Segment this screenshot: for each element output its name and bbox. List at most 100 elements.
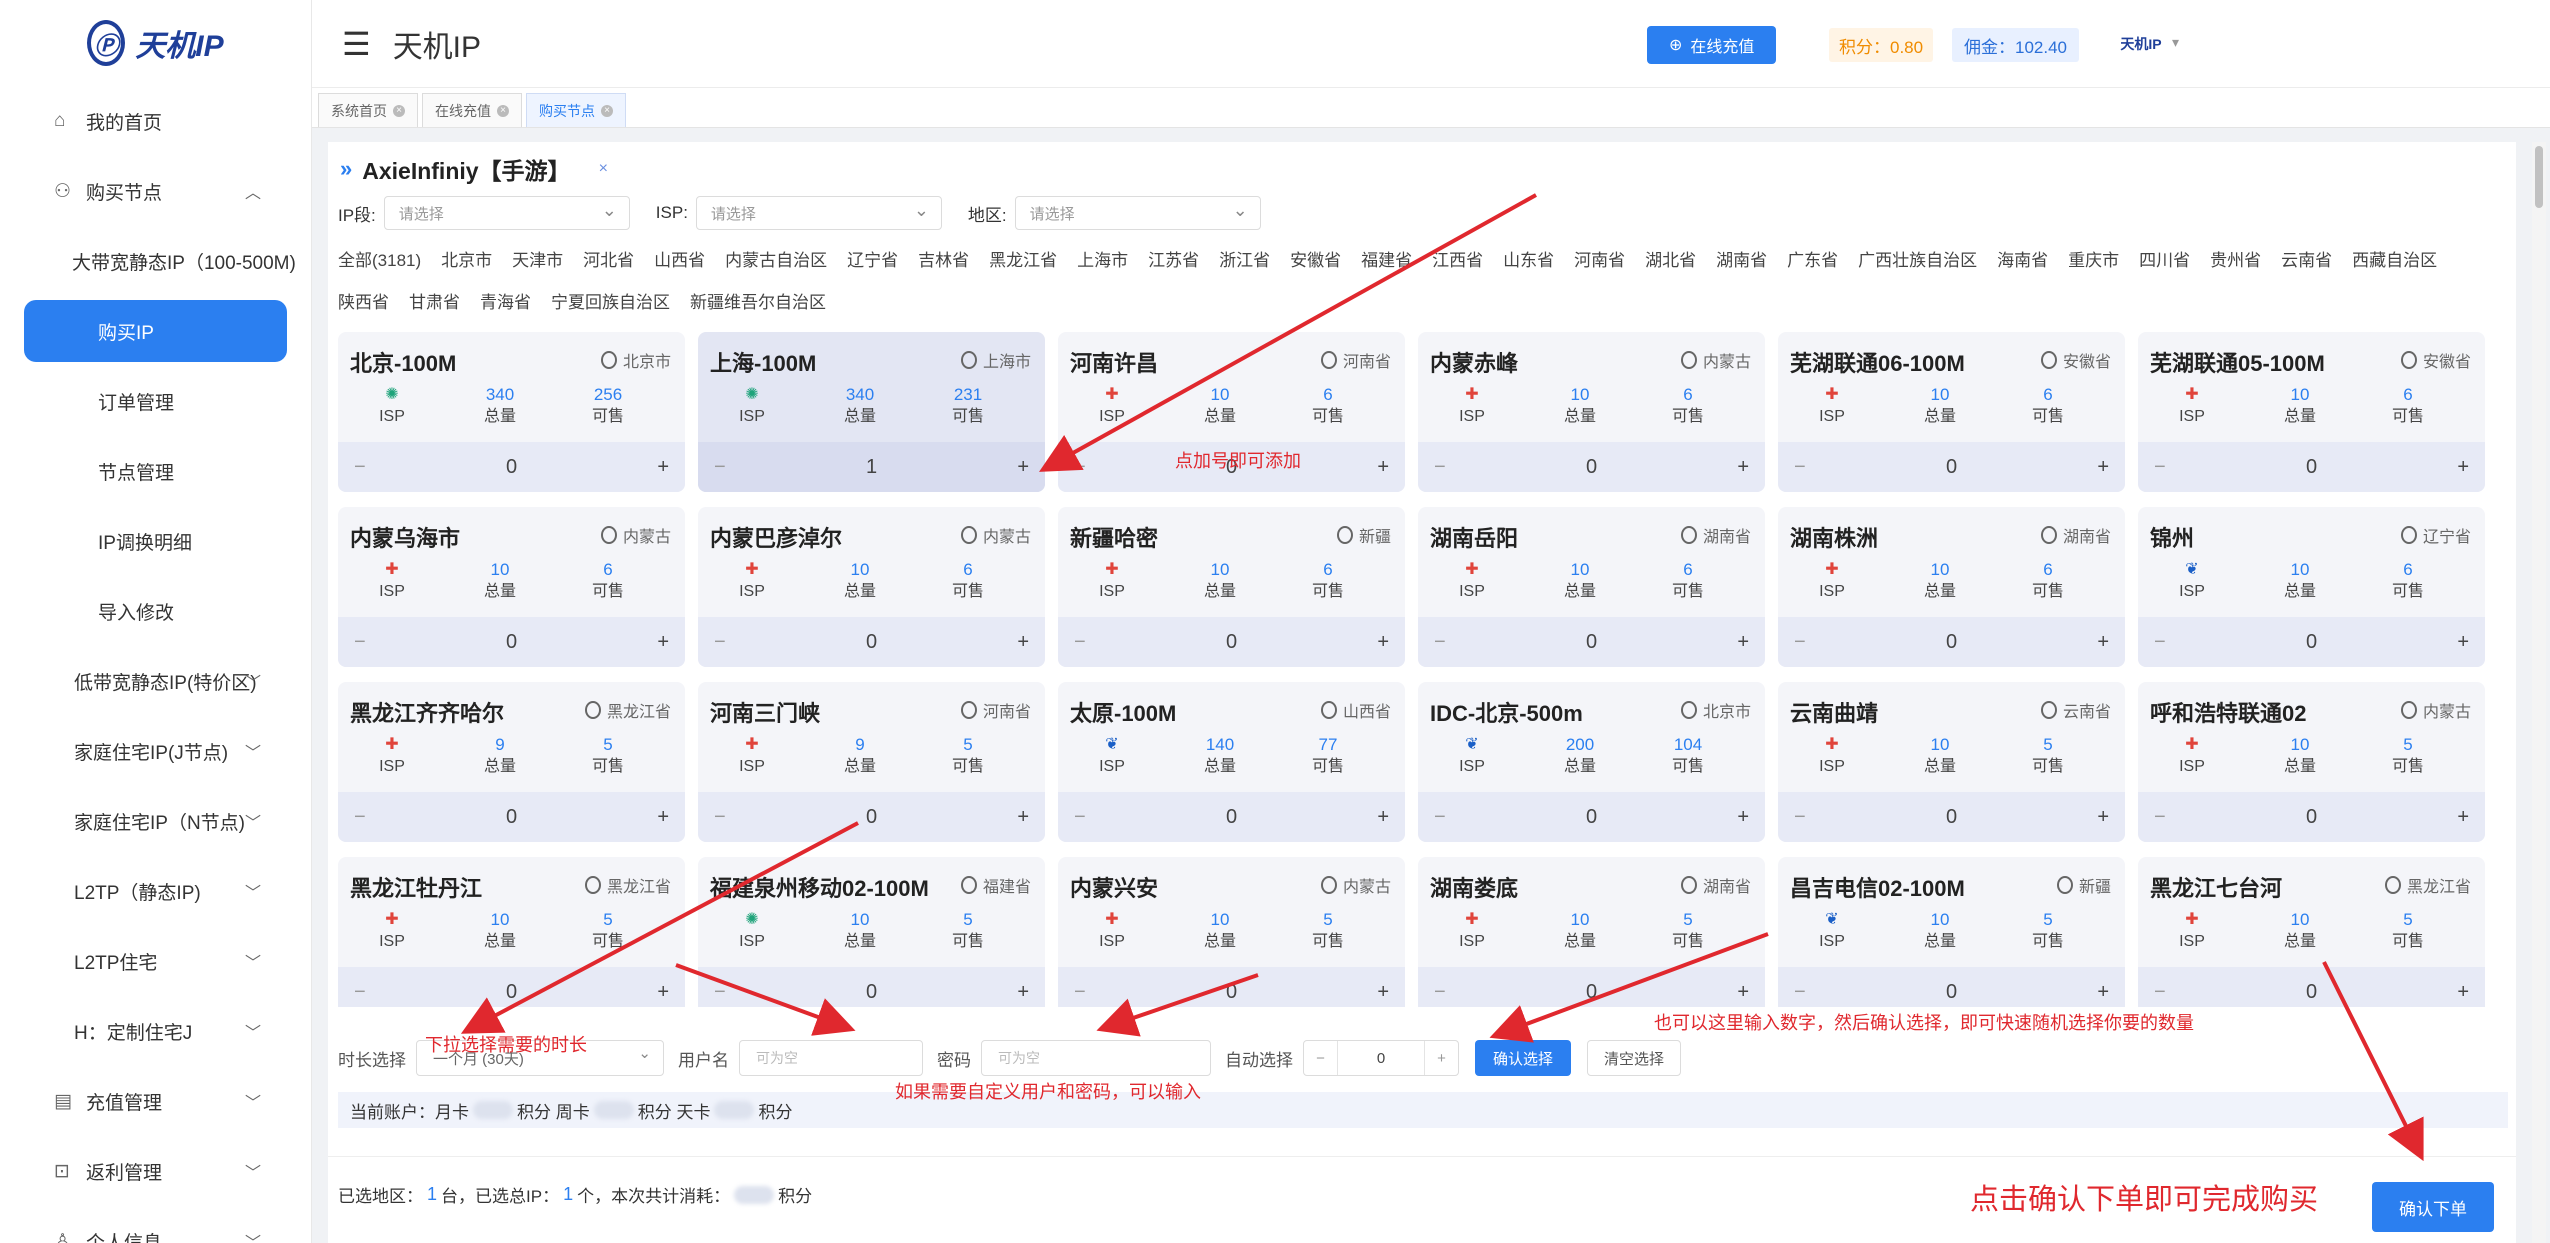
node-card[interactable]: 黑龙江七台河 黑龙江省 ✚ ISP 10 总量 5 可售 − 0 + [2138,857,2485,1007]
plus-button[interactable]: + [1377,806,1389,829]
ip-segment-select[interactable]: 请选择 [383,196,630,230]
minus-button[interactable]: − [1434,806,1446,829]
tab-home[interactable]: 系统首页 × [318,93,418,127]
scrollbar-track[interactable] [2532,142,2546,1243]
quantity-value[interactable]: 0 [866,631,877,654]
node-card[interactable]: 内蒙兴安 内蒙古 ✚ ISP 10 总量 5 可售 − 0 + [1058,857,1405,1007]
region-item[interactable]: 重庆市 [2068,240,2119,282]
minus-button[interactable]: − [354,981,366,1004]
password-input[interactable]: 可为空 [981,1040,1211,1076]
quantity-value[interactable]: 0 [1586,981,1597,1004]
region-item[interactable]: 江苏省 [1148,240,1199,282]
quantity-value[interactable]: 0 [866,981,877,1004]
quantity-value[interactable]: 1 [866,456,877,479]
sidebar-item-l2tp-home[interactable]: L2TP住宅 ﹀ [0,926,311,996]
region-item[interactable]: 西藏自治区 [2352,240,2437,282]
plus-button[interactable]: + [1017,456,1029,479]
quantity-value[interactable]: 0 [2306,981,2317,1004]
sidebar-item-import[interactable]: 导入修改 [0,576,311,646]
minus-button[interactable]: − [1434,631,1446,654]
quantity-value[interactable]: 0 [1946,456,1957,479]
plus-button[interactable]: + [2457,456,2469,479]
minus-button[interactable]: − [2154,631,2166,654]
plus-button[interactable]: + [1017,981,1029,1004]
menu-toggle-icon[interactable]: ☰ [342,25,371,63]
username-input[interactable]: 可为空 [739,1040,923,1076]
avatar[interactable]: 天机IP [2117,20,2165,68]
region-item[interactable]: 广东省 [1787,240,1838,282]
region-item[interactable]: 广西壮族自治区 [1858,240,1977,282]
minus-button[interactable]: − [1434,981,1446,1004]
tab-recharge[interactable]: 在线充值 × [422,93,522,127]
region-item[interactable]: 河北省 [583,240,634,282]
node-card[interactable]: 北京-100M 北京市 ✺ ISP 340 总量 256 可售 − 0 + [338,332,685,492]
region-item[interactable]: 内蒙古自治区 [725,240,827,282]
quantity-value[interactable]: 0 [506,806,517,829]
region-item[interactable]: 吉林省 [918,240,969,282]
region-item[interactable]: 新疆维吾尔自治区 [690,282,826,324]
plus-button[interactable]: + [2097,806,2109,829]
node-card[interactable]: 锦州 辽宁省 ❦ ISP 10 总量 6 可售 − 0 + [2138,507,2485,667]
node-card[interactable]: 内蒙赤峰 内蒙古 ✚ ISP 10 总量 6 可售 − 0 + [1418,332,1765,492]
plus-button[interactable]: + [657,456,669,479]
caret-down-icon[interactable]: ▾ [2172,34,2179,51]
auto-plus-button[interactable]: + [1424,1041,1458,1075]
quantity-value[interactable]: 0 [2306,631,2317,654]
region-item[interactable]: 江西省 [1432,240,1483,282]
region-item[interactable]: 四川省 [2139,240,2190,282]
minus-button[interactable]: − [2154,456,2166,479]
quantity-value[interactable]: 0 [2306,806,2317,829]
plus-button[interactable]: + [2457,981,2469,1004]
region-item[interactable]: 山西省 [654,240,705,282]
region-item[interactable]: 浙江省 [1219,240,1270,282]
node-card[interactable]: 黑龙江齐齐哈尔 黑龙江省 ✚ ISP 9 总量 5 可售 − 0 + [338,682,685,842]
region-item[interactable]: 黑龙江省 [989,240,1057,282]
minus-button[interactable]: − [2154,981,2166,1004]
plus-button[interactable]: + [1737,631,1749,654]
auto-minus-button[interactable]: − [1304,1041,1338,1075]
minus-button[interactable]: − [1074,806,1086,829]
plus-button[interactable]: + [2457,631,2469,654]
node-card[interactable]: 黑龙江牡丹江 黑龙江省 ✚ ISP 10 总量 5 可售 − 0 + [338,857,685,1007]
region-item[interactable]: 天津市 [512,240,563,282]
plus-button[interactable]: + [1017,806,1029,829]
sidebar-item-profile[interactable]: ♙ 个人信息 ﹀ [0,1206,311,1243]
region-item[interactable]: 湖北省 [1645,240,1696,282]
node-card[interactable]: 呼和浩特联通02 内蒙古 ✚ ISP 10 总量 5 可售 − 0 + [2138,682,2485,842]
node-card[interactable]: 湖南娄底 湖南省 ✚ ISP 10 总量 5 可售 − 0 + [1418,857,1765,1007]
sidebar-item-recharge[interactable]: ▤ 充值管理 ﹀ [0,1066,311,1136]
minus-button[interactable]: − [1074,456,1086,479]
minus-button[interactable]: − [714,806,726,829]
sidebar-item-custom-home[interactable]: H：定制住宅J ﹀ [0,996,311,1066]
minus-button[interactable]: − [1074,981,1086,1004]
region-item[interactable]: 辽宁省 [847,240,898,282]
close-icon[interactable]: × [393,104,405,117]
node-card[interactable]: 内蒙巴彦淖尔 内蒙古 ✚ ISP 10 总量 6 可售 − 0 + [698,507,1045,667]
scrollbar-thumb[interactable] [2535,146,2543,208]
plus-button[interactable]: + [657,981,669,1004]
isp-select[interactable]: 请选择 [695,196,942,230]
node-card[interactable]: 内蒙乌海市 内蒙古 ✚ ISP 10 总量 6 可售 − 0 + [338,507,685,667]
region-item[interactable]: 贵州省 [2210,240,2261,282]
region-item[interactable]: 青海省 [480,282,531,324]
node-card[interactable]: 湖南岳阳 湖南省 ✚ ISP 10 总量 6 可售 − 0 + [1418,507,1765,667]
place-order-button[interactable]: 确认下单 [2372,1182,2494,1232]
minus-button[interactable]: − [1794,456,1806,479]
minus-button[interactable]: − [354,456,366,479]
plus-button[interactable]: + [2097,631,2109,654]
plus-button[interactable]: + [2457,806,2469,829]
plus-button[interactable]: + [1377,981,1389,1004]
sidebar-item-home[interactable]: ⌂ 我的首页 [0,86,311,156]
close-icon[interactable]: × [599,160,608,178]
node-card[interactable]: 太原-100M 山西省 ❦ ISP 140 总量 77 可售 − 0 + [1058,682,1405,842]
region-item[interactable]: 上海市 [1077,240,1128,282]
quantity-value[interactable]: 0 [506,631,517,654]
sidebar-item-node-manage[interactable]: 节点管理 [0,436,311,506]
minus-button[interactable]: − [1074,631,1086,654]
node-card[interactable]: 昌吉电信02-100M 新疆 ❦ ISP 10 总量 5 可售 − 0 + [1778,857,2125,1007]
region-item[interactable]: 宁夏回族自治区 [551,282,670,324]
confirm-select-button[interactable]: 确认选择 [1475,1040,1572,1076]
sidebar-item-orders[interactable]: 订单管理 [0,366,311,436]
quantity-value[interactable]: 0 [506,456,517,479]
plus-button[interactable]: + [1017,631,1029,654]
